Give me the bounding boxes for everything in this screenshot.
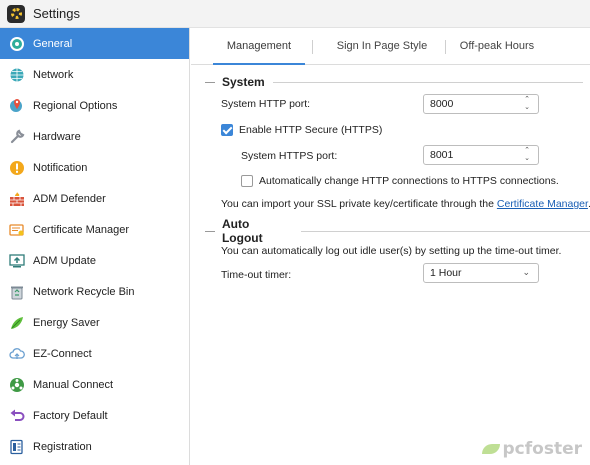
- tab-off-peak-hours[interactable]: Off-peak Hours: [451, 28, 543, 65]
- https-port-value: 8001: [430, 149, 454, 161]
- enable-https-checkbox[interactable]: [221, 124, 233, 136]
- auto-logout-heading: Auto Logout: [221, 217, 263, 245]
- notification-icon: [8, 159, 25, 176]
- auto-redirect-label: Automatically change HTTP connections to…: [259, 175, 559, 187]
- ssl-import-text: You can import your SSL private key/cert…: [221, 198, 590, 210]
- certificate-icon: [8, 221, 25, 238]
- timeout-timer-select[interactable]: 1 Hour ⌄: [423, 263, 539, 283]
- sidebar-item-registration[interactable]: Registration: [0, 431, 189, 462]
- sidebar-item-label: Network: [33, 68, 74, 81]
- system-heading: System: [222, 75, 265, 89]
- timeout-timer-value: 1 Hour: [430, 267, 462, 279]
- cloud-icon: [8, 345, 25, 362]
- sidebar-item-certificate-manager[interactable]: Certificate Manager: [0, 214, 189, 245]
- tab-management[interactable]: Management: [213, 28, 305, 65]
- sidebar-item-hardware[interactable]: Hardware: [0, 121, 189, 152]
- sidebar-item-label: Manual Connect: [33, 378, 114, 391]
- tab-divider: [445, 40, 446, 54]
- auto-logout-section-header: Auto Logout: [205, 217, 590, 245]
- watermark-text: pcfoster: [502, 439, 582, 459]
- title-bar: Settings: [0, 0, 590, 28]
- timeout-timer-label: Time-out timer:: [221, 269, 292, 281]
- system-section-header: System: [205, 75, 583, 89]
- sidebar-item-factory-default[interactable]: Factory Default: [0, 400, 189, 431]
- chevron-down-icon: ⌄: [522, 267, 530, 277]
- wrench-icon: [8, 128, 25, 145]
- firewall-icon: [8, 190, 25, 207]
- undo-icon: [8, 407, 25, 424]
- window-title: Settings: [33, 6, 80, 21]
- sidebar-item-adm-defender[interactable]: ADM Defender: [0, 183, 189, 214]
- sidebar-item-energy-saver[interactable]: Energy Saver: [0, 307, 189, 338]
- sidebar-item-label: EZ-Connect: [33, 347, 92, 360]
- sidebar-item-general[interactable]: General: [0, 28, 189, 59]
- globe-icon: [8, 66, 25, 83]
- sidebar-item-label: Registration: [33, 440, 92, 453]
- sidebar-item-label: ADM Defender: [33, 192, 106, 205]
- sidebar-item-notification[interactable]: Notification: [0, 152, 189, 183]
- tab-bar: Management Sign In Page Style Off-peak H…: [191, 28, 590, 65]
- enable-https-label: Enable HTTP Secure (HTTPS): [239, 124, 383, 136]
- general-icon: [8, 35, 25, 52]
- registration-icon: [8, 438, 25, 455]
- sidebar-item-label: Certificate Manager: [33, 223, 129, 236]
- sidebar-item-label: Notification: [33, 161, 88, 174]
- sidebar-item-label: Factory Default: [33, 409, 108, 422]
- energy-icon: [8, 314, 25, 331]
- certificate-manager-link[interactable]: Certificate Manager: [497, 198, 588, 210]
- spinner-arrows-icon[interactable]: ⌃ ⌄: [524, 147, 530, 163]
- https-port-label: System HTTPS port:: [241, 150, 338, 162]
- tab-sign-in-page-style[interactable]: Sign In Page Style: [322, 28, 442, 65]
- watermark: pcfoster: [481, 439, 582, 459]
- sidebar-item-adm-update[interactable]: ADM Update: [0, 245, 189, 276]
- sidebar-item-network[interactable]: Network: [0, 59, 189, 90]
- sidebar-item-manual-connect[interactable]: Manual Connect: [0, 369, 189, 400]
- sidebar-item-label: Hardware: [33, 130, 81, 143]
- sidebar-item-label: Energy Saver: [33, 316, 100, 329]
- sidebar-item-label: Network Recycle Bin: [33, 285, 135, 298]
- https-port-stepper[interactable]: 8001 ⌃ ⌄: [423, 145, 539, 165]
- sidebar-item-label: ADM Update: [33, 254, 96, 267]
- auto-redirect-checkbox[interactable]: [241, 175, 253, 187]
- sidebar-item-label: Regional Options: [33, 99, 118, 112]
- update-icon: [8, 252, 25, 269]
- http-port-stepper[interactable]: 8000 ⌃ ⌄: [423, 94, 539, 114]
- regional-icon: [8, 97, 25, 114]
- sidebar-item-label: General: [33, 37, 73, 50]
- recycle-bin-icon: [8, 283, 25, 300]
- ssl-import-prefix: You can import your SSL private key/cert…: [221, 198, 494, 210]
- spinner-arrows-icon[interactable]: ⌃ ⌄: [524, 96, 530, 112]
- sidebar-item-regional-options[interactable]: Regional Options: [0, 90, 189, 121]
- auto-logout-description: You can automatically log out idle user(…: [221, 245, 562, 257]
- manual-connect-icon: [8, 376, 25, 393]
- http-port-label: System HTTP port:: [221, 98, 311, 110]
- http-port-value: 8000: [430, 98, 454, 110]
- settings-app-icon: [7, 4, 25, 23]
- sidebar: General Network Regional Options Hardwar…: [0, 28, 190, 465]
- settings-panel: Management Sign In Page Style Off-peak H…: [191, 28, 590, 465]
- sidebar-item-ez-connect[interactable]: EZ-Connect: [0, 338, 189, 369]
- sidebar-item-network-recycle-bin[interactable]: Network Recycle Bin: [0, 276, 189, 307]
- leaf-icon: [481, 444, 500, 454]
- tab-divider: [312, 40, 313, 54]
